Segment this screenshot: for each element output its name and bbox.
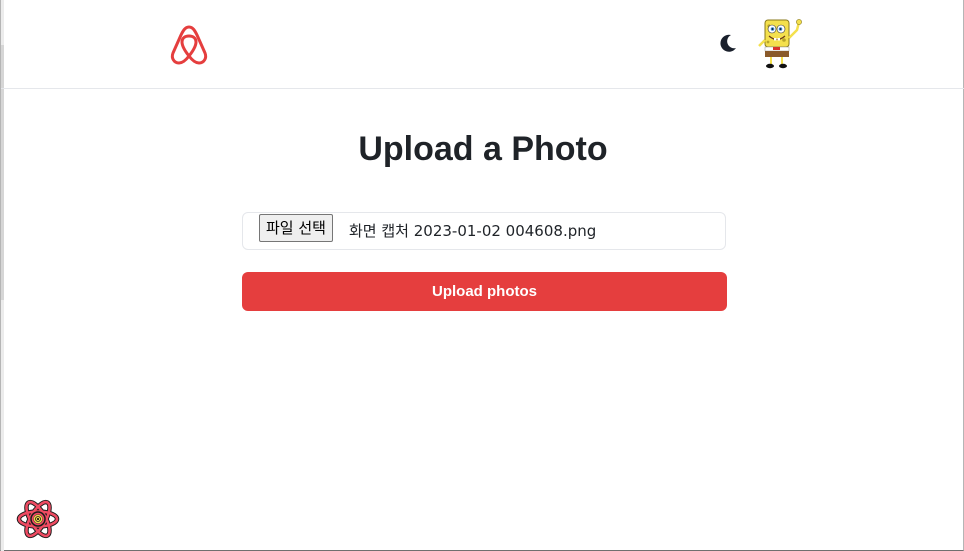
choose-file-button[interactable]: 파일 선택	[259, 214, 333, 242]
spongebob-avatar-icon	[758, 19, 802, 69]
react-query-devtools-button[interactable]	[16, 498, 60, 540]
upload-photos-button[interactable]: Upload photos	[242, 272, 727, 311]
moon-icon	[720, 34, 736, 52]
home-logo-link[interactable]	[167, 22, 211, 66]
user-avatar[interactable]	[753, 16, 805, 70]
airbnb-logo-icon	[170, 25, 208, 65]
theme-toggle-button[interactable]	[717, 32, 739, 54]
react-query-devtools-icon	[16, 499, 60, 539]
file-input[interactable]: 파일 선택 화면 캡처 2023-01-02 004608.png	[242, 212, 726, 250]
page-title: Upload a Photo	[358, 130, 608, 168]
top-nav	[1, 0, 964, 89]
selected-file-name: 화면 캡처 2023-01-02 004608.png	[349, 222, 597, 240]
